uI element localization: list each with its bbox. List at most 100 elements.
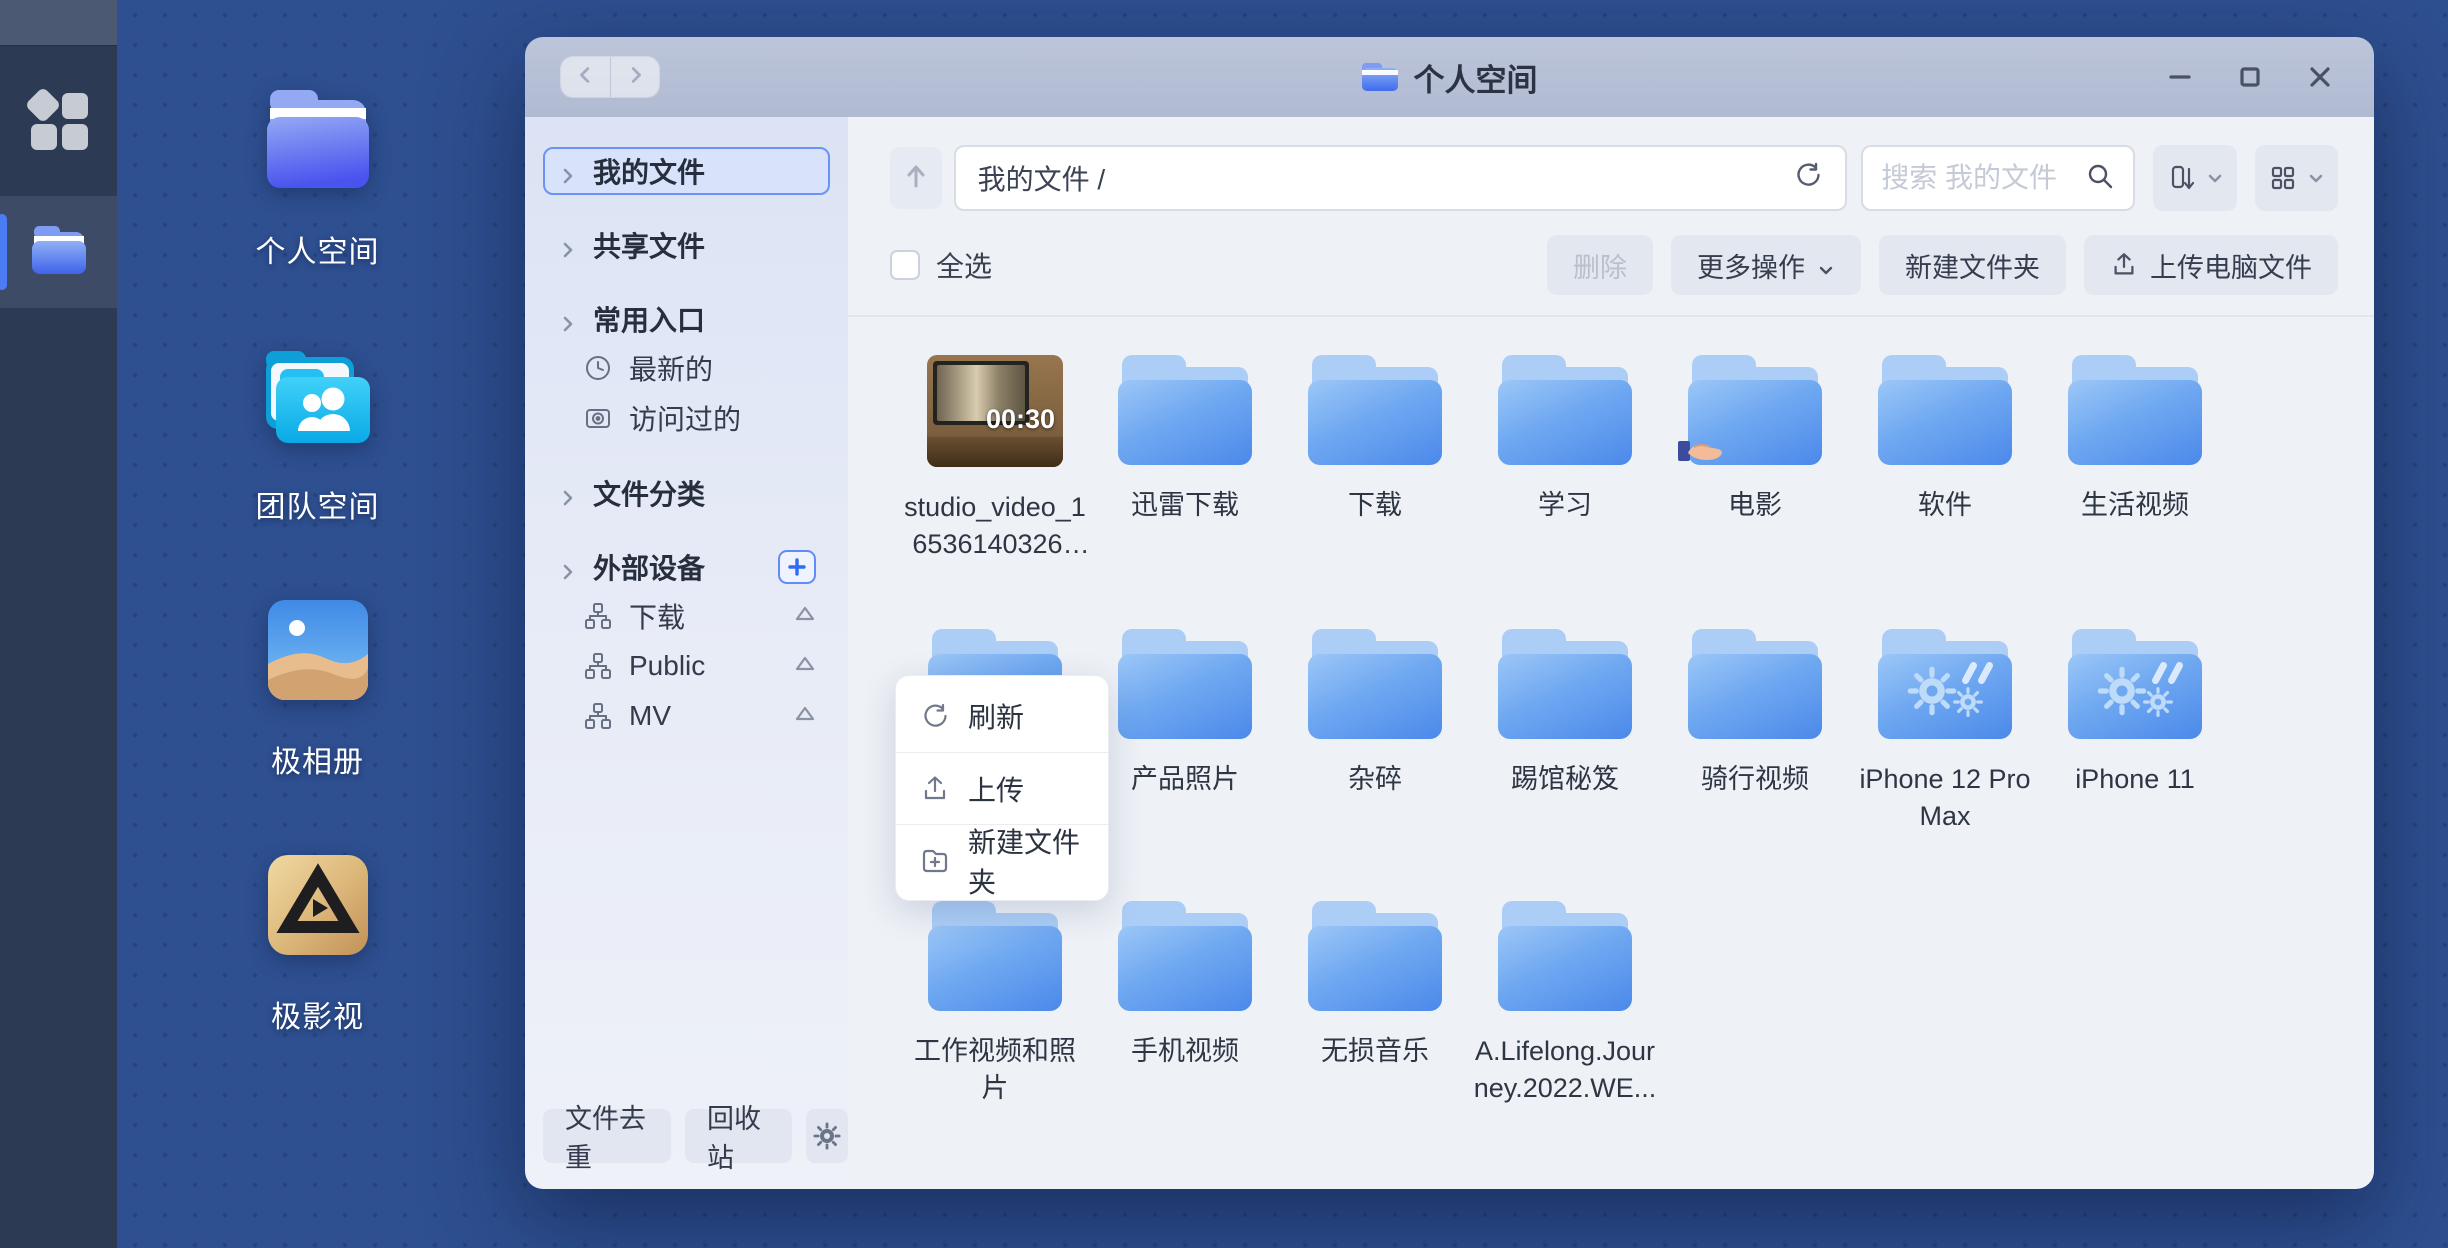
folder-icon [2068, 355, 2202, 465]
file-tile[interactable]: 迅雷下载 [1090, 355, 1280, 563]
history-nav [561, 57, 659, 97]
sort-button[interactable] [2153, 145, 2236, 211]
chevron-down-icon [1817, 256, 1835, 274]
path-input[interactable]: 我的文件 / [954, 145, 1848, 211]
back-button[interactable] [561, 57, 610, 97]
file-tile[interactable]: 工作视频和照片 [900, 901, 1090, 1107]
sidebar-item-label: 常用入口 [593, 299, 705, 339]
sidebar-subitem[interactable]: 下载 [543, 591, 830, 641]
eject-button[interactable] [792, 600, 818, 633]
minimize-button[interactable] [2160, 57, 2200, 97]
desktop-app[interactable]: 个人空间 [225, 88, 410, 271]
file-tile[interactable]: 手机视频 [1090, 901, 1280, 1107]
sidebar-tree: 我的文件共享文件常用入口最新的访问过的文件分类外部设备下载 PublicMV [543, 147, 830, 741]
chevron-right-icon [557, 557, 577, 577]
dock-item-files[interactable] [0, 196, 117, 308]
desktop-app-label: 个人空间 [256, 227, 380, 271]
file-tile[interactable]: 软件 [1850, 355, 2040, 563]
sidebar-item[interactable]: 文件分类 [543, 469, 830, 517]
toolbar-button[interactable]: 删除 [1547, 235, 1653, 295]
file-tile[interactable]: 下载 [1280, 355, 1470, 563]
sidebar-item-label: 我的文件 [593, 151, 705, 191]
toolbar-button[interactable]: 上传电脑文件 [2084, 235, 2338, 295]
divider [848, 315, 2374, 317]
device-icon [583, 601, 613, 631]
file-row: 00:30studio_video_1653614032613... 迅雷下载 下载… [900, 355, 2364, 563]
search-input[interactable] [1881, 162, 2085, 194]
select-all-label: 全选 [936, 245, 992, 285]
chevron-right-icon [557, 309, 577, 329]
footer-button[interactable]: 文件去重 [543, 1109, 671, 1163]
dock [0, 0, 117, 1248]
maximize-button[interactable] [2230, 57, 2270, 97]
personal-space-icon [254, 88, 382, 197]
file-tile[interactable]: 无损音乐 [1280, 901, 1470, 1107]
titlebar: 个人空间 [525, 37, 2374, 117]
file-tile[interactable]: iPhone 11 [2040, 629, 2230, 835]
context-menu-item[interactable]: 刷新 [896, 680, 1108, 752]
context-menu-label: 刷新 [968, 696, 1024, 736]
footer-button[interactable]: 回收站 [685, 1109, 792, 1163]
toolbar-button[interactable]: 更多操作 [1671, 235, 1861, 295]
sidebar-footer: 文件去重回收站 [543, 1109, 848, 1163]
desktop-app-label: 极影视 [271, 992, 364, 1036]
file-row: 工作视频和照片手机视频无损音乐A.Lifelong.Journey.2022.W… [900, 901, 2364, 1107]
sidebar-item[interactable]: 我的文件 [543, 147, 830, 195]
file-label: 杂碎 [1348, 761, 1402, 798]
file-tile[interactable]: 00:30studio_video_1653614032613... [900, 355, 1090, 563]
desktop-app[interactable]: 极影视 [225, 853, 410, 1036]
eject-button[interactable] [792, 700, 818, 733]
file-tile[interactable]: 杂碎 [1280, 629, 1470, 835]
context-menu-item[interactable]: 新建文件夹 [896, 824, 1108, 896]
folder-icon [1688, 629, 1822, 739]
file-tile[interactable]: 生活视频 [2040, 355, 2230, 563]
sidebar-item[interactable]: 共享文件 [543, 221, 830, 269]
file-tile[interactable]: 产品照片 [1090, 629, 1280, 835]
sidebar-subitem[interactable]: Public [543, 641, 830, 691]
chevron-right-icon [557, 483, 577, 503]
desktop-app-label: 极相册 [271, 737, 364, 781]
desktop-app[interactable]: 极相册 [225, 598, 410, 781]
toolbar-button[interactable]: 新建文件夹 [1879, 235, 2066, 295]
main-area: 我的文件 / 全选 删除更多操作新建文件 [848, 117, 2374, 1189]
file-label: 迅雷下载 [1131, 487, 1239, 524]
device-icon [583, 651, 613, 681]
folder-icon [1308, 355, 1442, 465]
clock-icon [583, 353, 613, 383]
file-tile[interactable]: 电影 [1660, 355, 1850, 563]
files-folder-icon [28, 224, 90, 281]
file-tile[interactable]: 踢馆秘笈 [1470, 629, 1660, 835]
add-device-button[interactable] [778, 550, 816, 584]
sidebar-subitem[interactable]: MV [543, 691, 830, 741]
context-menu-label: 新建文件夹 [968, 821, 1084, 901]
eject-button[interactable] [792, 650, 818, 683]
file-tile[interactable]: 学习 [1470, 355, 1660, 563]
context-menu-item[interactable]: 上传 [896, 752, 1108, 824]
desktop-app[interactable]: 团队空间 [225, 343, 410, 526]
file-tile[interactable]: A.Lifelong.Journey.2022.WE... [1470, 901, 1660, 1107]
arrow-up-icon [902, 162, 930, 195]
refresh-button[interactable] [1793, 160, 1823, 197]
forward-button[interactable] [610, 57, 659, 97]
file-tile[interactable]: iPhone 12 Pro Max [1850, 629, 2040, 835]
up-directory-button[interactable] [890, 147, 942, 209]
sidebar-item[interactable]: 外部设备 [543, 543, 830, 591]
app-grid-icon [29, 91, 89, 151]
sidebar-subitem-label: 访问过的 [629, 398, 741, 438]
folder-icon [1118, 355, 1252, 465]
file-label: 工作视频和照片 [903, 1033, 1087, 1107]
file-window: 个人空间 我的文件共享文件常用入口最新的访问过的文件分类外部设备下载Public… [525, 37, 2374, 1189]
view-mode-button[interactable] [2255, 145, 2338, 211]
sidebar-subitem[interactable]: 最新的 [543, 343, 830, 393]
sidebar-subitem-label: 下载 [629, 596, 685, 636]
select-all-checkbox[interactable] [890, 250, 920, 280]
sidebar-subitem[interactable]: 访问过的 [543, 393, 830, 443]
settings-button[interactable] [806, 1109, 848, 1163]
close-button[interactable] [2300, 57, 2340, 97]
sidebar-item-label: 文件分类 [593, 473, 705, 513]
app-launcher-button[interactable] [0, 46, 117, 196]
file-tile[interactable]: 骑行视频 [1660, 629, 1850, 835]
sidebar-item[interactable]: 常用入口 [543, 295, 830, 343]
sidebar-item-label: 共享文件 [593, 225, 705, 265]
window-controls [2160, 57, 2340, 97]
